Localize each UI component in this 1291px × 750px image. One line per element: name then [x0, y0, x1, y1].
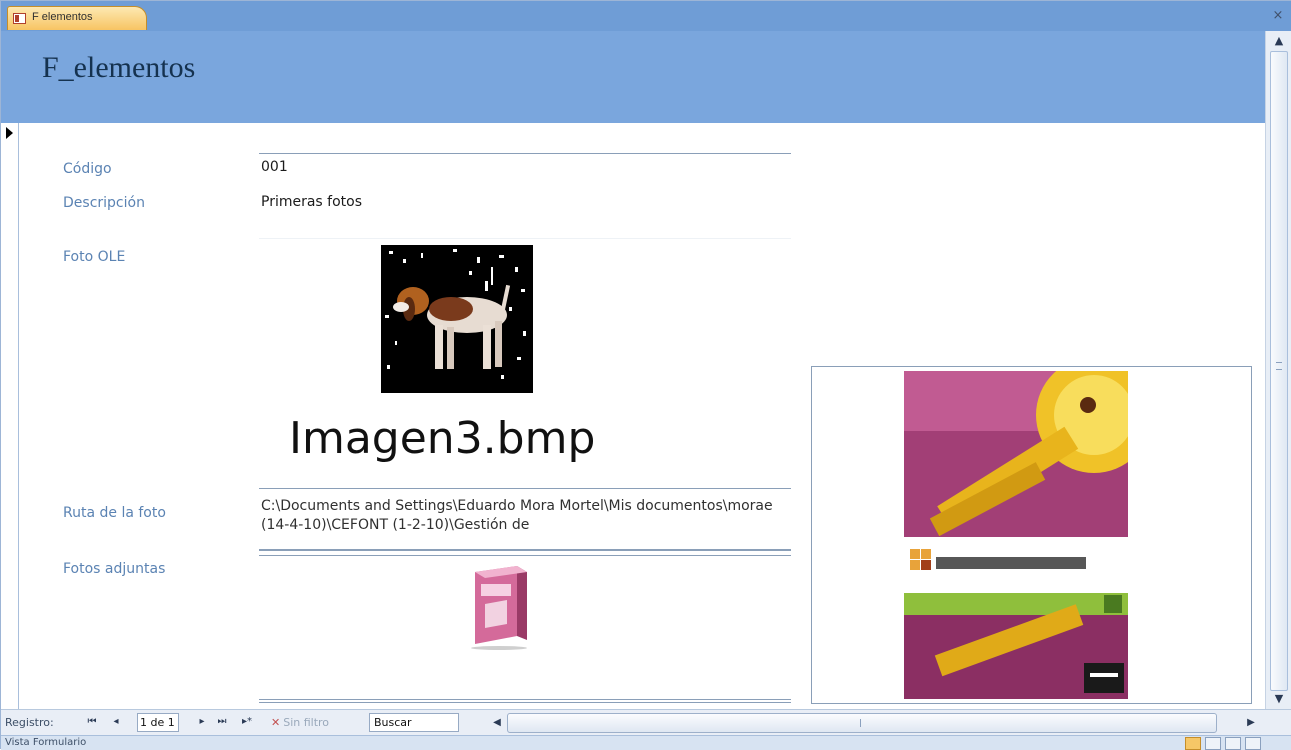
design-view-icon[interactable]: [1245, 737, 1261, 750]
record-navigation-bar: Registro: ⏮ ◂ 1 de 1 ▸ ⏭ ▸* ✕ Sin filtro …: [1, 709, 1291, 735]
status-text: Vista Formulario: [5, 737, 87, 748]
descripcion-field[interactable]: Primeras fotos: [259, 189, 791, 239]
scroll-up-icon[interactable]: ▲: [1270, 33, 1288, 49]
foto-ole-label: Foto OLE: [63, 249, 126, 265]
form-detail: Código 001 Descripción Primeras fotos Fo…: [19, 123, 1265, 709]
scroll-right-icon[interactable]: ▶: [1243, 714, 1259, 731]
filter-icon: ✕: [271, 716, 281, 729]
form-icon: [13, 13, 26, 24]
fotos-adjuntas-label: Fotos adjuntas: [63, 561, 166, 577]
record-position-input[interactable]: 1 de 1: [137, 713, 179, 732]
software-box-image: [471, 566, 527, 650]
ruta-label: Ruta de la foto: [63, 505, 166, 521]
scroll-grip-icon: [860, 719, 861, 727]
registro-label: Registro:: [5, 716, 54, 729]
next-record-icon[interactable]: ▸: [195, 714, 209, 730]
descripcion-label: Descripción: [63, 195, 145, 211]
tab-label: F elementos: [32, 11, 93, 23]
filter-button[interactable]: ✕ Sin filtro: [271, 713, 361, 732]
vertical-scrollbar[interactable]: ▲ ▼: [1265, 31, 1291, 709]
dog-photo: [381, 245, 533, 393]
last-record-icon[interactable]: ⏭: [215, 714, 229, 730]
codigo-field[interactable]: 001: [259, 153, 791, 179]
book-cover-image-frame[interactable]: [811, 366, 1252, 704]
new-record-icon[interactable]: ▸*: [237, 714, 257, 730]
form-view-icon[interactable]: [1185, 737, 1201, 750]
status-bar: Vista Formulario: [1, 735, 1291, 750]
form-window: F elementos × F_elementos Código 001 Des…: [0, 0, 1291, 750]
horizontal-scrollbar[interactable]: [507, 713, 1217, 733]
document-tab-strip: F elementos ×: [1, 1, 1291, 31]
fotos-adjuntas-attachment[interactable]: [259, 555, 791, 703]
codigo-label: Código: [63, 161, 112, 177]
form-header: F_elementos: [1, 31, 1265, 123]
divider: [259, 699, 791, 700]
close-icon[interactable]: ×: [1270, 8, 1286, 24]
first-record-icon[interactable]: ⏮: [85, 714, 99, 730]
vertical-scroll-thumb[interactable]: [1270, 51, 1288, 691]
layout-view-icon[interactable]: [1225, 737, 1241, 750]
book-cover-image: [904, 371, 1128, 699]
page-title: F_elementos: [42, 51, 196, 84]
record-selector[interactable]: [1, 123, 19, 709]
view-switcher: [1185, 737, 1289, 750]
search-input[interactable]: Buscar: [369, 713, 459, 732]
tab-f-elementos[interactable]: F elementos: [7, 6, 147, 30]
ruta-field[interactable]: C:\Documents and Settings\Eduardo Mora M…: [259, 489, 791, 551]
scroll-down-icon[interactable]: ▼: [1270, 691, 1288, 707]
foto-ole-frame[interactable]: Imagen3.bmp: [259, 241, 791, 489]
scroll-left-icon[interactable]: ◀: [489, 714, 505, 731]
previous-record-icon[interactable]: ◂: [109, 714, 123, 730]
current-record-arrow-icon: [6, 127, 13, 139]
foto-ole-caption: Imagen3.bmp: [289, 413, 596, 464]
datasheet-view-icon[interactable]: [1205, 737, 1221, 750]
filter-label: Sin filtro: [283, 716, 330, 729]
